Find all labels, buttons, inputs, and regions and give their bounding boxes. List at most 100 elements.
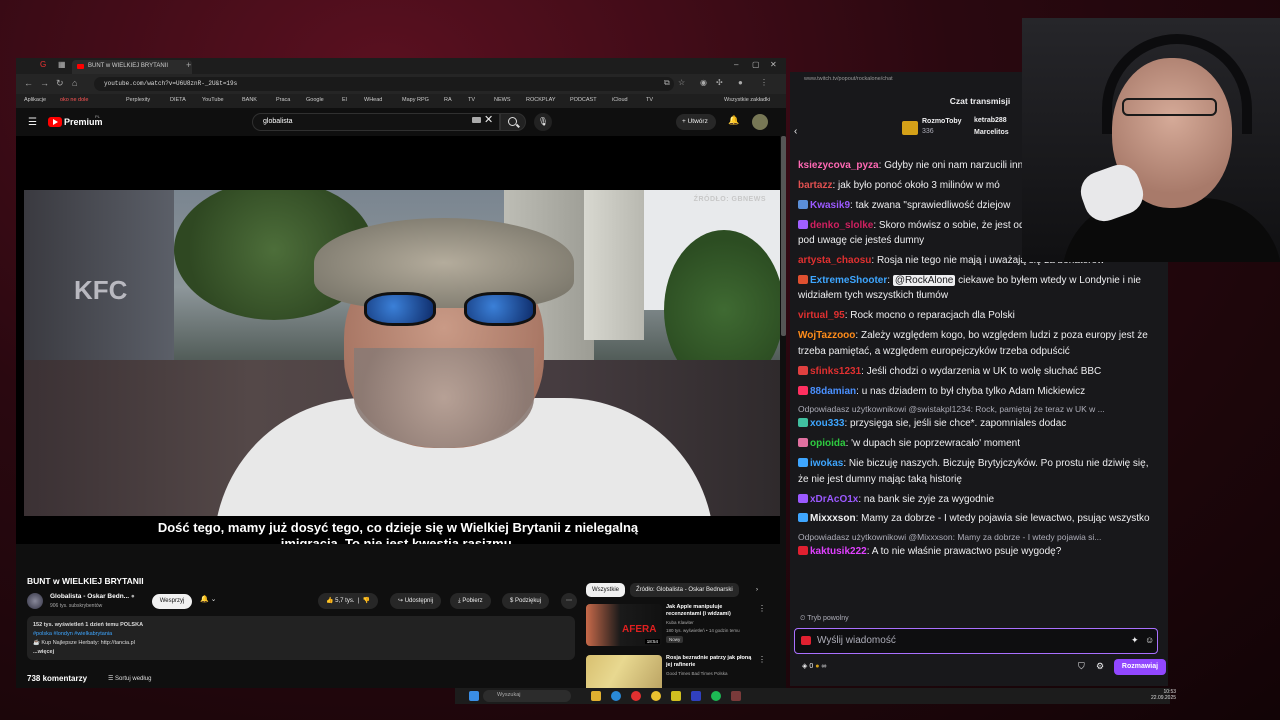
effects-icon[interactable]: ✦ <box>1131 635 1139 646</box>
notes-icon[interactable] <box>671 691 681 701</box>
chat-username[interactable]: kaktusik222 <box>810 546 867 557</box>
subscription-bell-dropdown[interactable]: 🔔 ⌄ <box>200 595 217 603</box>
bookmark-item[interactable]: oko ne dole <box>60 97 88 103</box>
chat-mention[interactable]: @RockAlone <box>892 274 956 286</box>
app-icon[interactable] <box>731 691 741 701</box>
bookmark-item[interactable]: ROCKPLAY <box>526 97 556 103</box>
thanks-button[interactable]: $ Podziękuj <box>502 593 550 609</box>
reload-icon[interactable]: ↻ <box>56 78 64 89</box>
back-icon[interactable]: ← <box>24 78 33 88</box>
chat-username[interactable]: 88damian <box>810 386 856 397</box>
chat-username[interactable]: xou333 <box>810 418 844 429</box>
bookmark-item[interactable]: NEWS <box>494 97 511 103</box>
video-player[interactable]: KFC ŹRÓDŁO: GBNEWS Dość tego, mamy już d… <box>16 136 780 544</box>
recommended-video[interactable]: AFERA 18:54 Jak Apple manipuluje recenze… <box>586 604 766 650</box>
chat-badge-icon[interactable] <box>798 365 808 375</box>
bookmark-item[interactable]: YouTube <box>202 97 224 103</box>
chat-username[interactable]: ExtremeShooter <box>810 275 887 286</box>
dislike-icon[interactable]: 👎 <box>363 598 370 604</box>
chips-next-icon[interactable]: › <box>750 583 764 597</box>
microphone-icon[interactable]: 🎙 <box>534 113 552 131</box>
bookmark-item[interactable]: iCloud <box>612 97 628 103</box>
chat-username[interactable]: WojTazzooo <box>798 330 855 341</box>
channel-points[interactable]: ◈ 0 ● ∞ <box>802 662 826 670</box>
spotify-icon[interactable] <box>711 691 721 701</box>
pinned-tab-icon[interactable]: ▦ <box>58 60 66 69</box>
chat-badge-icon[interactable] <box>798 493 808 503</box>
chat-badge-icon[interactable] <box>798 418 808 428</box>
chat-badge-icon[interactable] <box>798 219 808 229</box>
bookmark-item[interactable]: Google <box>306 97 324 103</box>
search-button[interactable] <box>500 113 526 131</box>
chat-username[interactable]: artysta_chaosu <box>798 255 871 266</box>
chat-username[interactable]: iwokas <box>810 458 843 469</box>
notifications-bell-icon[interactable]: 🔔 <box>728 115 739 126</box>
support-button[interactable]: Wesprzyj <box>152 594 192 609</box>
bookmark-star-icon[interactable]: ☆ <box>678 78 685 87</box>
video-thumbnail[interactable] <box>586 655 662 688</box>
chat-username[interactable]: xDrAcO1x <box>810 494 858 505</box>
emote-picker-icon[interactable]: ☺ <box>1145 635 1154 645</box>
chrome-icon[interactable] <box>651 691 661 701</box>
chat-username[interactable]: Kwasik9 <box>810 200 850 211</box>
tab-active[interactable]: BUNT w WIELKIEJ BRYTANII <box>72 60 192 74</box>
forward-icon[interactable]: → <box>40 78 49 88</box>
page-scrollbar[interactable] <box>781 136 786 336</box>
bookmark-item[interactable]: BANK <box>242 97 257 103</box>
chat-username[interactable]: sfinks1231 <box>810 366 861 377</box>
description-more-link[interactable]: ...więcej <box>33 648 569 657</box>
avatar[interactable] <box>752 114 768 130</box>
bookmark-item[interactable]: Aplikacje <box>24 97 46 103</box>
chat-username[interactable]: virtual_95 <box>798 310 845 321</box>
chip-all[interactable]: Wszystkie <box>586 583 625 597</box>
clear-search-icon[interactable]: ✕ <box>484 113 493 126</box>
gifter-name-3[interactable]: Marcelitos <box>974 129 1009 136</box>
youtube-logo-icon[interactable] <box>48 117 62 127</box>
keyboard-icon[interactable] <box>472 117 481 123</box>
bookmark-item[interactable]: Perplexity <box>126 97 150 103</box>
hamburger-menu-icon[interactable]: ☰ <box>28 117 37 128</box>
bookmark-item[interactable]: WHead <box>364 97 382 103</box>
chat-badge-icon[interactable] <box>798 458 808 468</box>
minimize-icon[interactable]: – <box>734 60 738 69</box>
bookmark-item[interactable]: TV <box>646 97 653 103</box>
chat-send-button[interactable]: Rozmawiaj <box>1114 659 1166 675</box>
chat-reply-context[interactable]: Odpowiadasz użytkownikowi @swistakpl1234… <box>798 403 1158 415</box>
share-button[interactable]: ↪ Udostępnij <box>390 593 442 609</box>
chat-username[interactable]: ksiezycova_pyza <box>798 160 879 171</box>
gifter-name-2[interactable]: ketrab288 <box>974 117 1007 124</box>
extension-icon[interactable]: ◉ <box>700 78 707 87</box>
bookmark-item[interactable]: PODCAST <box>570 97 597 103</box>
edge-icon[interactable] <box>611 691 621 701</box>
app-icon[interactable] <box>691 691 701 701</box>
taskbar-search[interactable]: Wyszukaj <box>483 690 571 702</box>
channel-name[interactable]: Globalista - Oskar Bedn... ● <box>50 593 135 600</box>
collapse-arrow-icon[interactable]: ‹ <box>794 126 797 137</box>
new-tab-button[interactable]: + <box>186 60 191 70</box>
home-icon[interactable]: ⌂ <box>72 78 77 88</box>
emote-badge-icon[interactable] <box>801 636 811 645</box>
chat-badge-icon[interactable] <box>798 385 808 395</box>
bookmark-item[interactable]: Praca <box>276 97 290 103</box>
video-options-icon[interactable]: ⋮ <box>758 604 766 613</box>
file-explorer-icon[interactable] <box>591 691 601 701</box>
close-icon[interactable]: ✕ <box>770 60 777 69</box>
chat-username[interactable]: denko_slolke <box>810 220 873 231</box>
shield-icon[interactable]: ⛉ <box>1078 661 1085 672</box>
more-actions-button[interactable]: ⋯ <box>561 593 577 609</box>
bookmark-item[interactable]: TV <box>468 97 475 103</box>
all-bookmarks[interactable]: Wszystkie zakładki <box>724 97 770 103</box>
bookmark-item[interactable]: DIETA <box>170 97 186 103</box>
channel-avatar[interactable] <box>27 593 43 609</box>
chip-source[interactable]: Źródło: Globalista - Oskar Bednarski <box>630 583 739 597</box>
chat-username[interactable]: opioida <box>810 438 846 449</box>
chat-input[interactable]: Wyślij wiadomość ✦ ☺ <box>794 628 1158 654</box>
settings-gear-icon[interactable]: ⚙ <box>1096 661 1104 672</box>
chat-badge-icon[interactable] <box>798 199 808 209</box>
extensions-puzzle-icon[interactable]: ✣ <box>716 78 723 87</box>
video-description[interactable]: 152 tys. wyświetleń 1 dzień temu POLSKA … <box>27 616 575 660</box>
bookmark-item[interactable]: El <box>342 97 347 103</box>
chat-badge-icon[interactable] <box>798 274 808 284</box>
create-button[interactable]: + Utwórz <box>676 114 716 130</box>
chat-username[interactable]: bartazz <box>798 180 832 191</box>
